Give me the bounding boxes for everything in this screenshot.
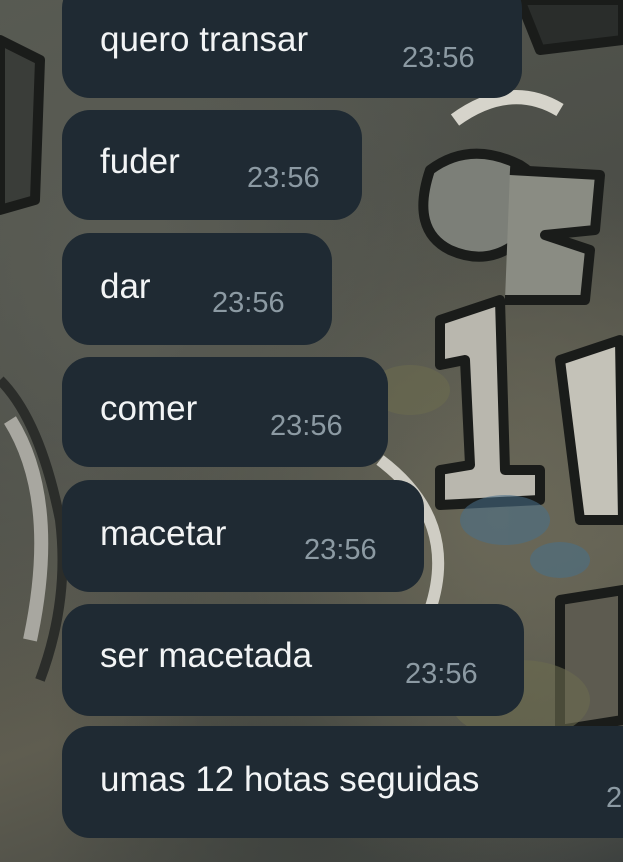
message-bubble[interactable]: ser macetada 23:56 xyxy=(62,604,524,716)
message-timestamp: 23:56 xyxy=(304,534,377,566)
message-bubble[interactable]: dar 23:56 xyxy=(62,233,332,345)
message-text: ser macetada xyxy=(100,636,313,675)
message-timestamp: 23:56 xyxy=(270,410,343,442)
message-timestamp: 23:56 xyxy=(606,782,623,814)
message-timestamp: 23:56 xyxy=(402,42,475,74)
message-text: macetar xyxy=(100,514,227,553)
message-text: comer xyxy=(100,389,198,428)
message-timestamp: 23:56 xyxy=(405,658,478,690)
message-text: umas 12 hotas seguidas xyxy=(100,760,480,799)
message-bubble[interactable]: fuder 23:56 xyxy=(62,110,362,220)
message-timestamp: 23:56 xyxy=(247,162,320,194)
message-text: fuder xyxy=(100,142,180,181)
message-timestamp: 23:56 xyxy=(212,287,285,319)
message-text: quero transar xyxy=(100,20,309,59)
message-bubble[interactable]: comer 23:56 xyxy=(62,357,388,467)
message-bubble[interactable]: quero transar 23:56 xyxy=(62,0,522,98)
message-bubble[interactable]: umas 12 hotas seguidas 23:56 xyxy=(62,726,623,838)
message-bubble[interactable]: macetar 23:56 xyxy=(62,480,424,592)
message-text: dar xyxy=(100,267,151,306)
